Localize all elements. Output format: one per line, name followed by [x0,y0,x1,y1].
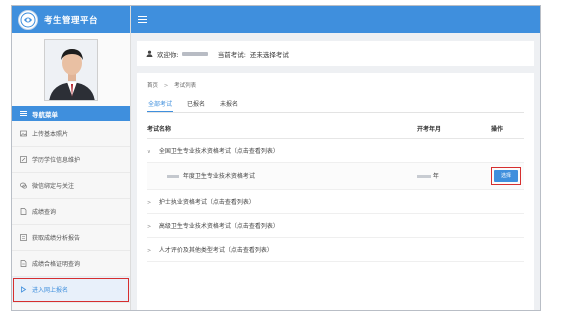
group-label: 全国卫生专业技术资格考试（点击查看列表） [158,147,279,155]
exam-group-row[interactable]: > 高级卫生专业技术资格考试（点击查看列表） [147,213,524,238]
sidebar-item-certificate-query[interactable]: 成绩合格证明查询 [12,251,130,277]
tab-unregistered[interactable]: 未报名 [219,99,239,112]
exam-table: 考试名称 开考年月 操作 ∨ 全国卫生专业技术资格考试（点击查看列表） 年度卫生 [147,120,524,262]
exam-list-panel: 首页 > 考试列表 全部考试 已报名 未报名 考试名称 开考年月 操作 ∨ 全国… [137,73,534,310]
chevron-right-icon: > [147,247,152,254]
exam-tabs: 全部考试 已报名 未报名 [147,99,524,113]
photo-icon [20,130,27,137]
exam-name: 年度卫生专业技术资格考试 [182,173,255,180]
wechat-icon [20,182,27,189]
sidebar-item-online-registration[interactable]: 进入网上报名 [12,277,130,303]
exam-group-row[interactable]: ∨ 全国卫生专业技术资格考试（点击查看列表） [147,138,524,163]
current-exam-label: 当前考试: [217,50,246,59]
document-icon [20,208,27,215]
table-header-row: 考试名称 开考年月 操作 [147,120,524,139]
tab-all-exams[interactable]: 全部考试 [147,99,174,112]
chevron-right-icon: > [147,223,152,230]
logo-icon [18,9,38,30]
nav-list: 上传基本照片 学历学位信息维护 微信绑定与关注 成绩查询 获取成绩分析报告 成绩… [12,121,130,303]
sidebar-item-upload-photo[interactable]: 上传基本照片 [12,121,130,147]
select-highlight: 选择 [491,166,521,185]
breadcrumb-home[interactable]: 首页 [147,83,158,89]
col-operation: 操作 [491,120,524,139]
current-exam-value: 还未选择考试 [249,50,289,59]
sidebar-item-score-query[interactable]: 成绩查询 [12,199,130,225]
select-button[interactable]: 选择 [494,169,518,182]
masked-username [181,51,208,56]
sidebar-item-label: 上传基本照片 [32,131,69,138]
exam-date-suffix: 年 [432,173,439,180]
group-label: 人才评价及其他类型考试（点击查看列表） [158,246,273,254]
exam-group-row[interactable]: > 人才评价及其他类型考试（点击查看列表） [147,237,524,262]
avatar [44,38,98,101]
sidebar-item-wechat[interactable]: 微信绑定与关注 [12,173,130,199]
exam-group-row[interactable]: > 护士执业资格考试（点击查看列表） [147,189,524,214]
breadcrumb: 首页 > 考试列表 [147,81,524,89]
sidebar-item-label: 微信绑定与关注 [32,183,75,190]
tab-registered[interactable]: 已报名 [186,99,206,112]
menu-icon [20,111,27,116]
brand-bar: 考生管理平台 [12,6,130,33]
avatar-area [12,33,130,106]
masked-date [417,175,431,178]
col-exam-date: 开考年月 [417,120,491,139]
sidebar-item-education-info[interactable]: 学历学位信息维护 [12,147,130,173]
sidebar: 考生管理平台 导航菜单 上传基本照片 学历学位信息维护 微信绑定与关注 成绩查询… [12,6,131,310]
breadcrumb-separator: > [163,83,169,89]
group-label: 护士执业资格考试（点击查看列表） [158,198,255,206]
exam-sub-row: 年度卫生专业技术资格考试 年 选择 [147,162,524,190]
top-bar [131,6,540,33]
certificate-icon [20,260,27,267]
sidebar-item-score-report[interactable]: 获取成绩分析报告 [12,225,130,251]
welcome-prefix: 欢迎你: [157,50,179,59]
sidebar-item-label: 学历学位信息维护 [32,157,81,164]
group-label: 高级卫生专业技术资格考试（点击查看列表） [158,222,279,230]
sidebar-item-label: 进入网上报名 [32,287,69,294]
app-title: 考生管理平台 [44,15,99,26]
nav-title: 导航菜单 [32,110,58,119]
report-icon [20,234,27,241]
sidebar-item-label: 成绩查询 [32,209,57,216]
masked-year [167,175,179,178]
chevron-down-icon: ∨ [147,148,151,155]
breadcrumb-current: 考试列表 [174,83,197,89]
chevron-right-icon: > [147,199,152,206]
edit-icon [20,156,27,163]
col-exam-name: 考试名称 [147,120,417,139]
sidebar-item-label: 成绩合格证明查询 [32,261,81,268]
nav-menu-header: 导航菜单 [12,106,130,121]
main-content: 欢迎你: 当前考试: 还未选择考试 首页 > 考试列表 全部考试 已报名 未报名… [131,33,540,310]
menu-toggle-icon[interactable] [138,16,147,23]
user-icon [146,50,153,57]
browser-frame: 考生管理平台 导航菜单 上传基本照片 学历学位信息维护 微信绑定与关注 成绩查询… [11,5,541,311]
enter-icon [20,286,27,293]
welcome-bar: 欢迎你: 当前考试: 还未选择考试 [137,41,534,66]
sidebar-item-label: 获取成绩分析报告 [32,235,81,242]
